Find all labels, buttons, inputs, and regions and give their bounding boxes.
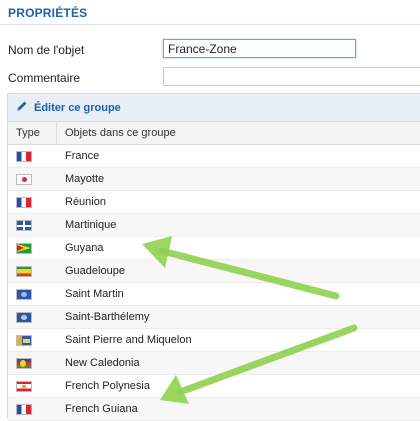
table-row[interactable]: French Guiana bbox=[8, 398, 420, 421]
column-header-objects[interactable]: Objets dans ce groupe bbox=[57, 127, 176, 139]
object-name-cell: Saint-Barthélemy bbox=[65, 311, 150, 323]
table-row[interactable]: Guyana bbox=[8, 237, 420, 260]
edit-group-label: Éditer ce groupe bbox=[34, 101, 121, 114]
table-row[interactable]: Guadeloupe bbox=[8, 260, 420, 283]
flag-french-polynesia-icon bbox=[16, 380, 32, 392]
type-cell bbox=[8, 196, 57, 208]
object-name-cell: New Caledonia bbox=[65, 357, 140, 369]
object-name-cell: Guyana bbox=[65, 242, 104, 254]
table-row[interactable]: Martinique bbox=[8, 214, 420, 237]
table-row[interactable]: New Caledonia bbox=[8, 352, 420, 375]
object-name-cell: Mayotte bbox=[65, 173, 105, 185]
type-cell bbox=[8, 150, 57, 162]
flag-saint-martin-icon bbox=[16, 288, 32, 300]
object-name-cell: French Guiana bbox=[65, 403, 138, 415]
flag-reunion-icon bbox=[16, 196, 32, 208]
flag-mayotte-icon bbox=[16, 173, 32, 185]
pencil-icon bbox=[16, 100, 28, 115]
table-header: Type Objets dans ce groupe bbox=[8, 122, 420, 145]
table-row[interactable]: Réunion bbox=[8, 191, 420, 214]
flag-france-icon bbox=[16, 150, 32, 162]
table-row[interactable]: France bbox=[8, 145, 420, 168]
comment-label: Commentaire bbox=[8, 71, 81, 85]
type-cell bbox=[8, 265, 57, 277]
object-name-input[interactable] bbox=[163, 39, 356, 58]
group-panel: Éditer ce groupe Type Objets dans ce gro… bbox=[7, 93, 420, 421]
table-row[interactable]: Saint Pierre and Miquelon bbox=[8, 329, 420, 352]
object-name-cell: French Polynesia bbox=[65, 380, 150, 392]
flag-guadeloupe-icon bbox=[16, 265, 32, 277]
object-name-cell: Martinique bbox=[65, 219, 117, 231]
object-name-cell: Saint Pierre and Miquelon bbox=[65, 334, 192, 346]
type-cell bbox=[8, 334, 57, 346]
section-title: PROPRIÉTÉS bbox=[8, 6, 88, 20]
table-row[interactable]: Mayotte bbox=[8, 168, 420, 191]
table-row[interactable]: Saint Martin bbox=[8, 283, 420, 306]
table-row[interactable]: Saint-Barthélemy bbox=[8, 306, 420, 329]
type-cell bbox=[8, 173, 57, 185]
edit-group-button[interactable]: Éditer ce groupe bbox=[8, 94, 420, 122]
type-cell bbox=[8, 403, 57, 415]
type-cell bbox=[8, 219, 57, 231]
object-name-label: Nom de l'objet bbox=[8, 43, 85, 57]
flag-saint-pierre-miquelon-icon bbox=[16, 334, 32, 346]
flag-martinique-icon bbox=[16, 219, 32, 231]
group-objects-list: France Mayotte Réunion Martinique Guyana Guad… bbox=[8, 145, 420, 421]
type-cell bbox=[8, 380, 57, 392]
section-divider bbox=[0, 24, 420, 25]
type-cell bbox=[8, 311, 57, 323]
comment-input[interactable] bbox=[163, 67, 420, 86]
column-header-type[interactable]: Type bbox=[8, 122, 57, 144]
object-name-cell: France bbox=[65, 150, 100, 162]
table-row[interactable]: French Polynesia bbox=[8, 375, 420, 398]
object-name-cell: Saint Martin bbox=[65, 288, 124, 300]
flag-saint-barthelemy-icon bbox=[16, 311, 32, 323]
type-cell bbox=[8, 357, 57, 369]
type-cell bbox=[8, 288, 57, 300]
object-name-cell: Guadeloupe bbox=[65, 265, 125, 277]
object-name-cell: Réunion bbox=[65, 196, 106, 208]
flag-french-guiana-icon bbox=[16, 403, 32, 415]
flag-new-caledonia-icon bbox=[16, 357, 32, 369]
flag-guyana-icon bbox=[16, 242, 32, 254]
type-cell bbox=[8, 242, 57, 254]
